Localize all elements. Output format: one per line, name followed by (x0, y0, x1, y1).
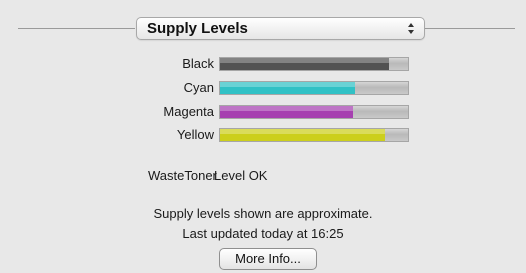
supply-label: Cyan (183, 80, 214, 95)
up-down-arrows-icon (408, 23, 414, 34)
supply-row-black: Black (0, 56, 526, 72)
supply-label: Magenta (163, 104, 214, 119)
level-bar-magenta (219, 105, 409, 119)
level-bar-black (219, 57, 409, 71)
level-bar-yellow (219, 128, 409, 142)
level-fill-black (220, 58, 390, 70)
supply-row-yellow: Yellow (0, 127, 526, 143)
supply-row-cyan: Cyan (0, 80, 526, 96)
level-fill-magenta (220, 106, 354, 118)
level-fill-cyan (220, 82, 356, 94)
separator-left (18, 28, 135, 29)
supply-label: Yellow (176, 127, 214, 142)
supply-row-magenta: Magenta (0, 104, 526, 120)
section-popup-label: Supply Levels (147, 20, 248, 37)
last-updated-note: Last updated today at 16:25 (182, 226, 344, 241)
approximate-note: Supply levels shown are approximate. (153, 206, 373, 221)
level-bar-cyan (219, 81, 409, 95)
supply-label: Black (182, 56, 214, 71)
supply-levels-panel: Supply Levels Black Cyan Magenta Yellow … (0, 0, 526, 273)
level-fill-yellow (220, 129, 386, 141)
separator-right (425, 28, 515, 29)
waste-toner-status: Level OK (214, 168, 268, 183)
more-info-button[interactable]: More Info... (219, 248, 317, 270)
section-popup-button[interactable]: Supply Levels (136, 17, 425, 40)
waste-toner-label: WasteToner (148, 168, 217, 183)
